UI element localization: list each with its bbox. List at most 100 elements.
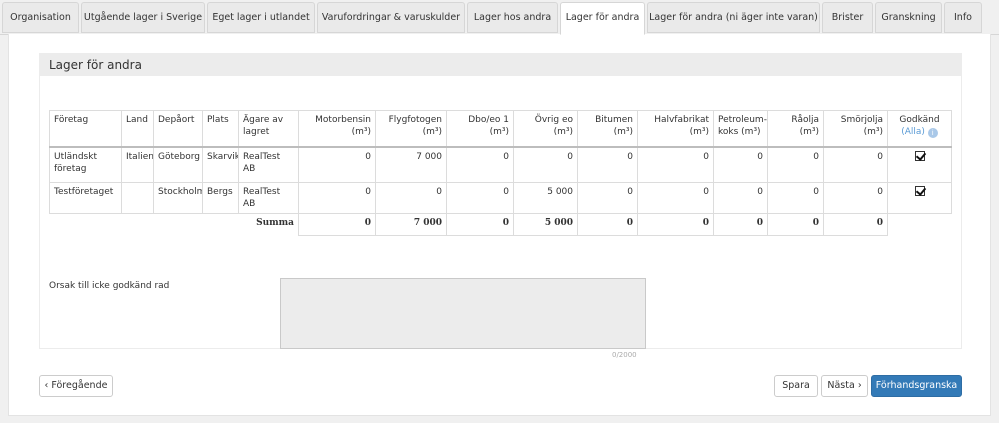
section-title: Lager för andra (40, 54, 961, 76)
tab-varufordringar[interactable]: Varufordringar & varuskulder (317, 2, 465, 33)
col-ovrig: Övrig eo (m³) (513, 110, 578, 148)
table-header-row: Företag Land Depåort Plats Ägare av lagre… (49, 110, 952, 148)
tab-granskning[interactable]: Granskning (875, 2, 942, 33)
tab-lager-for-andra[interactable]: Lager för andra (560, 2, 645, 35)
main-panel: Lager för andra Företag Land Depåort Pla… (8, 34, 991, 416)
cell-motorbensin: 0 (298, 182, 376, 214)
col-foretag: Företag (49, 110, 122, 148)
next-button[interactable]: Nästa › (821, 375, 868, 397)
select-all-link[interactable]: (Alla) (901, 127, 925, 137)
cell-plats: Bergs (202, 182, 239, 214)
col-agare-line1: Ägare av (243, 115, 284, 125)
tab-lager-hos-andra[interactable]: Lager hos andra (467, 2, 558, 33)
unit-label: (m³) (799, 127, 819, 137)
sum-petroleumkoks: 0 (713, 213, 768, 236)
cell-depaort: Göteborg (153, 146, 203, 183)
save-button[interactable]: Spara (774, 375, 818, 397)
cell-motorbensin: 0 (298, 146, 376, 183)
unit-label: (m³) (422, 127, 442, 137)
cell-dbo: 0 (446, 146, 514, 183)
cell-halvfabrikat: 0 (637, 182, 714, 214)
table-row: Utländskt företag Italien Göteborg Skarv… (49, 146, 952, 183)
cell-godkand (887, 146, 952, 183)
cell-land: Italien (121, 146, 154, 183)
cell-smorjolja: 0 (823, 182, 888, 214)
unit-label: (m³) (689, 127, 709, 137)
cell-bitumen: 0 (577, 182, 638, 214)
stock-table: Företag Land Depåort Plats Ägare av lagre… (49, 110, 952, 236)
sum-motorbensin: 0 (298, 213, 376, 236)
cell-flygfotogen: 0 (375, 182, 447, 214)
sum-smorjolja: 0 (823, 213, 888, 236)
reason-textarea[interactable] (280, 278, 646, 349)
cell-plats: Skarvik (202, 146, 239, 183)
col-flygfotogen: Flygfotogen (m³) (375, 110, 447, 148)
col-petroleum-line2: koks (m³) (718, 127, 761, 137)
col-raolja: Råolja (m³) (767, 110, 824, 148)
col-godkand: Godkänd (Alla) i (887, 110, 952, 148)
col-motorbensin: Motorbensin (m³) (298, 110, 376, 148)
col-dbo: Dbo/eo 1 (m³) (446, 110, 514, 148)
sum-halvfabrikat: 0 (637, 213, 714, 236)
cell-agare: RealTest AB (238, 182, 299, 214)
sum-flygfotogen: 7 000 (375, 213, 447, 236)
cell-foretag: Testföretaget (49, 182, 122, 214)
cell-depaort: Stockholm (153, 182, 203, 214)
unit-label: (m³) (613, 127, 633, 137)
tab-utgaende-lager[interactable]: Utgående lager i Sverige (81, 2, 205, 33)
sum-raolja: 0 (767, 213, 824, 236)
col-smorjolja-label: Smörjolja (840, 115, 883, 125)
summa-row: Summa 0 7 000 0 5 000 0 0 0 0 0 (50, 213, 952, 236)
col-agare: Ägare av lagret (238, 110, 299, 148)
cell-land (121, 182, 154, 214)
cell-agare: RealTest AB (238, 146, 299, 183)
col-plats: Plats (202, 110, 239, 148)
sum-ovrig: 5 000 (513, 213, 578, 236)
col-bitumen: Bitumen (m³) (577, 110, 638, 148)
reason-label: Orsak till icke godkänd rad (49, 281, 170, 291)
blank-cell (154, 214, 203, 236)
tab-eget-lager[interactable]: Eget lager i utlandet (207, 2, 315, 33)
godkand-checkbox[interactable] (914, 150, 925, 161)
cell-petroleumkoks: 0 (713, 182, 768, 214)
col-petroleumkoks: Petroleum-koks (m³) (713, 110, 768, 148)
sum-bitumen: 0 (577, 213, 638, 236)
sum-dbo: 0 (446, 213, 514, 236)
col-halvfabrikat: Halvfabrikat (m³) (637, 110, 714, 148)
col-motorbensin-label: Motorbensin (315, 115, 371, 125)
blank-cell (50, 214, 122, 236)
cell-ovrig: 5 000 (513, 182, 578, 214)
col-smorjolja: Smörjolja (m³) (823, 110, 888, 148)
unit-label: (m³) (553, 127, 573, 137)
preview-button[interactable]: Förhandsgranska (871, 375, 962, 397)
tab-bar: Organisation Utgående lager i Sverige Eg… (0, 0, 999, 35)
tab-brister[interactable]: Brister (822, 2, 873, 33)
col-ovrig-label: Övrig eo (534, 115, 573, 125)
cell-flygfotogen: 7 000 (375, 146, 447, 183)
unit-label: (m³) (489, 127, 509, 137)
cell-smorjolja: 0 (823, 146, 888, 183)
col-flygfotogen-label: Flygfotogen (388, 115, 442, 125)
cell-dbo: 0 (446, 182, 514, 214)
cell-ovrig: 0 (513, 146, 578, 183)
reason-char-counter: 0/2000 (612, 351, 637, 359)
lager-for-andra-section: Lager för andra Företag Land Depåort Pla… (39, 53, 962, 359)
godkand-checkbox[interactable] (914, 186, 925, 196)
info-icon[interactable]: i (927, 128, 938, 138)
blank-cell (888, 214, 952, 236)
tab-lager-for-andra-ej-agare[interactable]: Lager för andra (ni äger inte varan) (647, 2, 820, 33)
unit-label: (m³) (863, 127, 883, 137)
tab-organisation[interactable]: Organisation (2, 2, 79, 33)
unit-label: (m³) (351, 127, 371, 137)
previous-button[interactable]: ‹ Föregående (39, 375, 113, 397)
col-godkand-label: Godkänd (899, 115, 940, 125)
summa-label: Summa (256, 218, 294, 228)
cell-bitumen: 0 (577, 146, 638, 183)
tab-info[interactable]: Info (944, 2, 982, 33)
blank-cell (203, 214, 239, 236)
col-halvfabrikat-label: Halvfabrikat (654, 115, 709, 125)
col-bitumen-label: Bitumen (595, 115, 633, 125)
cell-raolja: 0 (767, 146, 824, 183)
cell-petroleumkoks: 0 (713, 146, 768, 183)
cell-halvfabrikat: 0 (637, 146, 714, 183)
